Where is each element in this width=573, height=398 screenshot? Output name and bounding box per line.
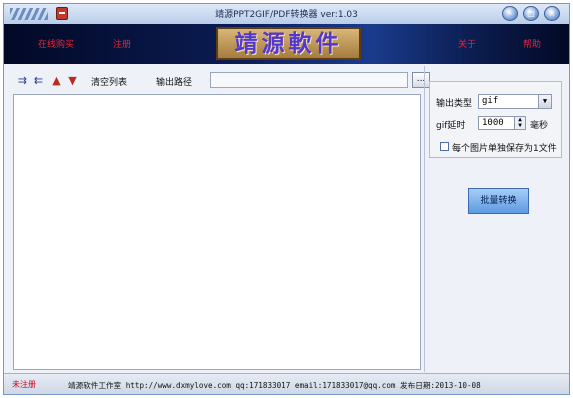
single-file-label: 每个图片单独保存为1文件 bbox=[452, 144, 557, 154]
batch-convert-button[interactable]: 批量转换 bbox=[468, 188, 529, 214]
gif-delay-label: gif延时 bbox=[436, 121, 466, 131]
buy-online-link[interactable]: 在线购买 bbox=[38, 37, 74, 50]
file-list[interactable] bbox=[13, 94, 421, 370]
studio-info: 靖源软件工作室 http://www.dxmylove.com qq:17183… bbox=[68, 381, 481, 390]
about-link[interactable]: 关于 bbox=[458, 37, 476, 50]
maximize-icon[interactable]: □ bbox=[523, 6, 539, 21]
clear-list-button[interactable]: 清空列表 bbox=[91, 75, 127, 88]
move-up-icon[interactable]: ▲ bbox=[50, 74, 63, 87]
remove-file-icon[interactable]: ⇇ bbox=[32, 74, 45, 87]
browse-button[interactable]: ... bbox=[412, 72, 430, 88]
app-window: 靖源PPT2GIF/PDF转换器 ver:1.03 – □ × 在线购买 注册 … bbox=[3, 3, 570, 395]
minimize-icon[interactable]: – bbox=[502, 6, 518, 21]
move-down-icon[interactable]: ▼ bbox=[66, 74, 79, 87]
chevron-down-icon[interactable]: ▼ bbox=[538, 95, 551, 108]
watermark-logo bbox=[437, 350, 557, 390]
title-bar[interactable]: 靖源PPT2GIF/PDF转换器 ver:1.03 – □ × bbox=[4, 4, 569, 25]
window-controls: – □ × bbox=[502, 6, 564, 21]
settings-panel: 输出类型 gif ▼ gif延时 1000 ▲ ▼ 毫秒 每个图片单独保存为1文件 bbox=[429, 81, 562, 158]
file-toolbar: ⇉ ⇇ ▲ ▼ 清空列表 输出路径 ... bbox=[16, 72, 430, 90]
registration-status: 未注册 bbox=[12, 380, 36, 389]
output-type-select[interactable]: gif ▼ bbox=[478, 94, 552, 109]
spin-arrows-icon[interactable]: ▲ ▼ bbox=[514, 117, 525, 129]
gif-delay-value: 1000 bbox=[482, 118, 504, 128]
add-file-icon[interactable]: ⇉ bbox=[16, 74, 29, 87]
panel-divider bbox=[424, 66, 425, 372]
output-type-value: gif bbox=[482, 96, 499, 106]
output-path-label: 输出路径 bbox=[156, 78, 193, 88]
help-link[interactable]: 帮助 bbox=[523, 37, 541, 50]
banner: 在线购买 注册 靖源軟件 关于 帮助 bbox=[4, 24, 569, 64]
gif-delay-unit: 毫秒 bbox=[530, 121, 549, 131]
output-type-label: 输出类型 bbox=[436, 99, 473, 109]
gif-delay-stepper[interactable]: 1000 ▲ ▼ bbox=[478, 116, 526, 130]
single-file-checkbox[interactable] bbox=[440, 142, 449, 151]
logo-text: 靖源軟件 bbox=[234, 30, 343, 57]
window-title: 靖源PPT2GIF/PDF转换器 ver:1.03 bbox=[215, 10, 358, 20]
brand-logo: 靖源軟件 bbox=[216, 27, 361, 60]
register-link[interactable]: 注册 bbox=[113, 37, 131, 50]
close-icon[interactable]: × bbox=[544, 6, 560, 21]
output-path-input[interactable] bbox=[210, 72, 408, 88]
